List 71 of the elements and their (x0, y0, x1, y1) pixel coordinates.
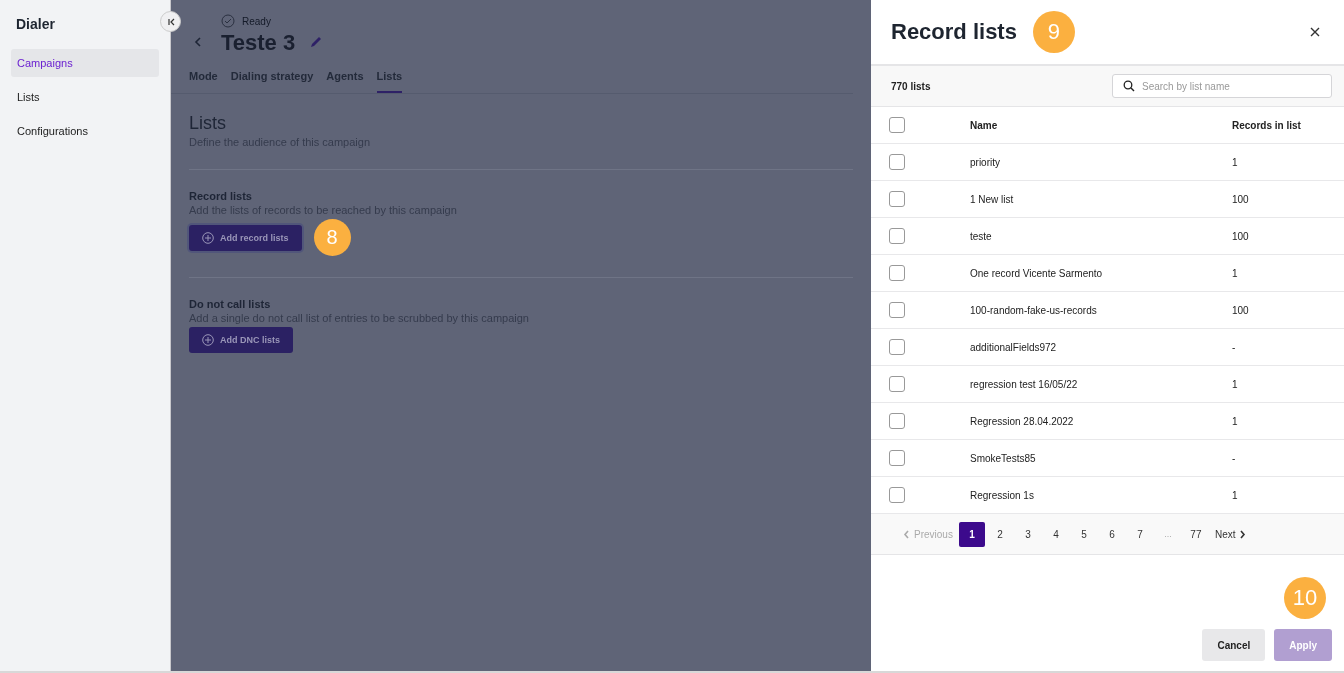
page-button[interactable]: 77 (1182, 521, 1209, 547)
close-icon (1310, 27, 1320, 37)
check-circle-icon (221, 14, 235, 28)
page-button[interactable]: 3 (1014, 521, 1041, 547)
table-cell-text: Regression 28.04.2022 (970, 415, 1075, 427)
pencil-icon[interactable] (309, 35, 324, 49)
step-badge: 9 (1032, 11, 1075, 53)
table-cell: 100 (1232, 193, 1249, 205)
table-cell: 1 (1232, 378, 1238, 390)
page-button[interactable]: 5 (1070, 521, 1097, 547)
page-button[interactable]: 2 (986, 521, 1013, 547)
table-cell: 100 (1232, 304, 1249, 316)
panel-title: Record lists (891, 19, 1017, 45)
collapse-icon (165, 16, 176, 27)
table-cell-text: teste (970, 230, 993, 242)
campaign-title: Teste 3 (221, 30, 296, 56)
table-cell: 100 (1232, 230, 1249, 242)
pagination-ellipsis: ... (1163, 529, 1173, 539)
row-checkbox[interactable] (889, 191, 905, 207)
table-cell: 1 (1232, 415, 1238, 427)
table-cell-text: One record Vicente Sarmento (970, 267, 1104, 279)
table-cell-text: Regression 1s (970, 489, 1035, 501)
row-checkbox[interactable] (889, 154, 905, 170)
table-cell-text: regression test 16/05/22 (970, 378, 1079, 390)
cancel-button[interactable]: Cancel (1202, 629, 1266, 661)
column-header: Name (970, 119, 999, 131)
section-heading: Lists (189, 113, 227, 134)
table-cell-text: additionalFields972 (970, 341, 1058, 353)
add-button[interactable]: Add DNC lists (189, 327, 293, 353)
row-checkbox[interactable] (889, 265, 905, 281)
table-cell: 1 (1232, 156, 1238, 168)
sidebar-item[interactable]: Lists (11, 83, 159, 111)
table-cell-text: 1 New list (970, 193, 1015, 205)
row-checkbox[interactable] (889, 376, 905, 392)
table-cell: 1 (1232, 489, 1238, 501)
row-checkbox[interactable] (889, 302, 905, 318)
row-checkbox[interactable] (889, 228, 905, 244)
back-icon[interactable] (193, 36, 203, 48)
next-button[interactable]: Next (1210, 528, 1251, 540)
table-cell: - (1232, 341, 1236, 353)
chevron-right-icon (1239, 529, 1247, 539)
group-title: Do not call lists (189, 298, 272, 310)
sidebar-item[interactable]: Campaigns (11, 49, 159, 77)
column-header: Records in list (1232, 119, 1301, 131)
row-checkbox[interactable] (889, 413, 905, 429)
table-cell: - (1232, 452, 1236, 464)
search-field[interactable]: Search by list name (1112, 74, 1332, 98)
group-title: Record lists (189, 190, 253, 202)
plus-circle-icon (202, 231, 214, 244)
step-badge: 10 (1284, 577, 1326, 619)
sidebar-item[interactable]: Configurations (11, 117, 159, 145)
search-icon (1123, 80, 1135, 92)
page-button[interactable]: 6 (1098, 521, 1125, 547)
table-cell-text: 100-random-fake-us-records (970, 304, 1098, 316)
page-button[interactable]: 4 (1042, 521, 1069, 547)
status-text: Ready (242, 15, 271, 27)
add-button[interactable]: Add record lists (189, 224, 302, 251)
row-checkbox[interactable] (889, 339, 905, 355)
table-cell-text: priority (970, 156, 1001, 168)
table-cell-text: SmokeTests85 (970, 452, 1037, 464)
row-checkbox[interactable] (889, 487, 905, 503)
page-button[interactable]: 7 (1126, 521, 1153, 547)
row-checkbox[interactable] (889, 450, 905, 466)
step-badge: 8 (313, 219, 351, 256)
chevron-left-icon (903, 529, 910, 539)
table-cell: 1 (1232, 267, 1238, 279)
page-button[interactable]: 1 (958, 521, 985, 547)
plus-circle-icon (202, 334, 214, 346)
list-count: 770 lists (891, 80, 931, 92)
app-title: Dialer (15, 15, 56, 34)
select-all-checkbox[interactable] (889, 117, 905, 133)
